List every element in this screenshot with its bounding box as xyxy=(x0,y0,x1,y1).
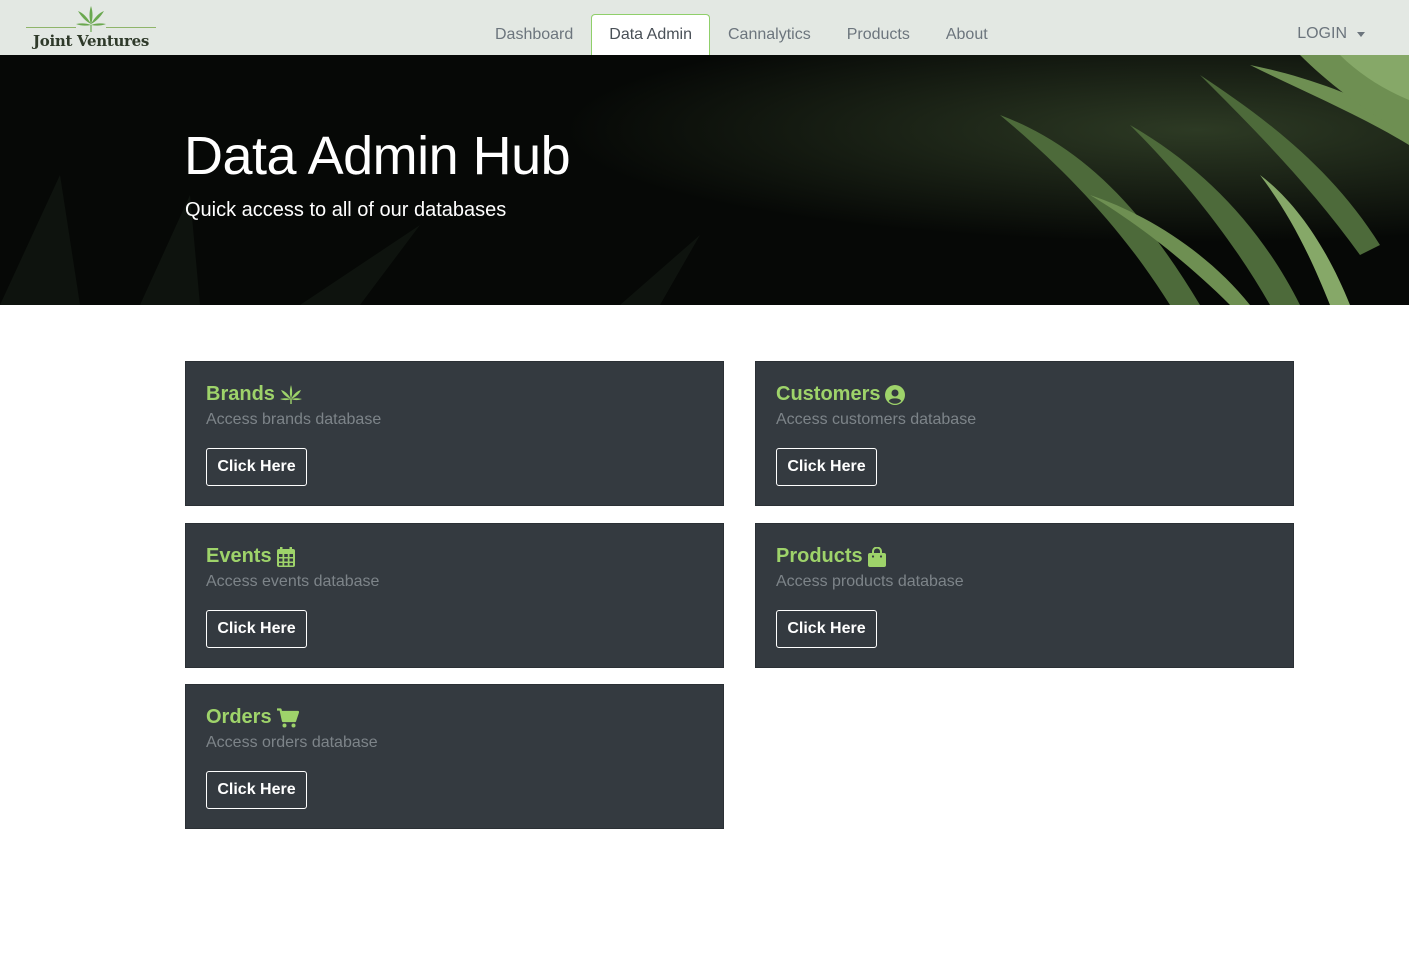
card-events-title: Events xyxy=(206,545,295,568)
nav-products[interactable]: Products xyxy=(829,14,928,55)
card-brands: Brands Access brands database Click Here xyxy=(185,361,724,506)
cannabis-leaf-logo-icon xyxy=(76,6,106,32)
card-orders-title: Orders xyxy=(206,706,299,729)
card-brands-title: Brands xyxy=(206,383,302,406)
brand-divider-left xyxy=(26,27,76,28)
cannabis-leaf-icon xyxy=(279,384,302,404)
customers-click-here-button[interactable]: Click Here xyxy=(776,448,877,486)
brand-name: Joint Ventures xyxy=(32,32,150,50)
card-title-label: Orders xyxy=(206,706,272,728)
page-subtitle: Quick access to all of our databases xyxy=(185,199,507,221)
calendar-icon xyxy=(276,546,295,567)
card-title-label: Customers xyxy=(776,383,881,405)
card-title-label: Events xyxy=(206,545,272,567)
card-events: Events Access events database Click Here xyxy=(185,523,724,668)
products-click-here-button[interactable]: Click Here xyxy=(776,610,877,648)
card-customers: Customers Access customers database Clic… xyxy=(755,361,1294,506)
nav-cannalytics[interactable]: Cannalytics xyxy=(710,14,829,55)
brands-click-here-button[interactable]: Click Here xyxy=(206,448,307,486)
orders-click-here-button[interactable]: Click Here xyxy=(206,771,307,809)
card-customers-title: Customers xyxy=(776,383,906,406)
nav-about[interactable]: About xyxy=(928,14,1006,55)
card-subtitle: Access brands database xyxy=(206,411,382,428)
card-subtitle: Access customers database xyxy=(776,411,977,428)
chevron-down-icon xyxy=(1357,31,1365,37)
shopping-cart-icon xyxy=(276,707,299,727)
brand-divider-right xyxy=(106,27,156,28)
events-click-here-button[interactable]: Click Here xyxy=(206,610,307,648)
user-circle-icon xyxy=(885,384,906,405)
card-products-title: Products xyxy=(776,545,886,568)
page-title: Data Admin Hub xyxy=(184,126,571,186)
card-subtitle: Access products database xyxy=(776,573,964,590)
card-products: Products Access products database Click … xyxy=(755,523,1294,668)
hero-banner: Data Admin Hub Quick access to all of ou… xyxy=(0,55,1409,305)
main-nav: Dashboard Data Admin Cannalytics Product… xyxy=(477,14,1006,55)
navbar: Joint Ventures Dashboard Data Admin Cann… xyxy=(0,0,1409,55)
card-orders: Orders Access orders database Click Here xyxy=(185,684,724,829)
card-subtitle: Access events database xyxy=(206,573,380,590)
brand-logo[interactable]: Joint Ventures xyxy=(26,4,156,52)
login-dropdown[interactable]: LOGIN xyxy=(1297,25,1365,43)
card-subtitle: Access orders database xyxy=(206,734,378,751)
nav-data-admin[interactable]: Data Admin xyxy=(591,14,710,55)
shopping-bag-icon xyxy=(867,546,886,567)
nav-dashboard[interactable]: Dashboard xyxy=(477,14,591,55)
login-label: LOGIN xyxy=(1297,25,1347,42)
card-title-label: Products xyxy=(776,545,863,567)
card-title-label: Brands xyxy=(206,383,275,405)
